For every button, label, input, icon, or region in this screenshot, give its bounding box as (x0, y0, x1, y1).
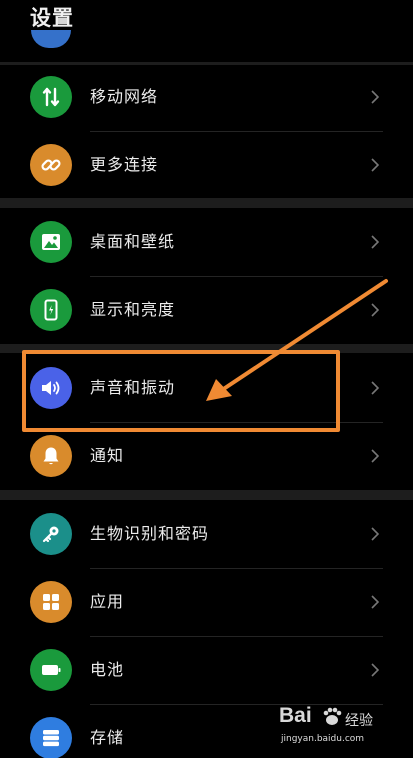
storage-icon (30, 717, 72, 758)
section-divider (0, 490, 413, 500)
settings-item-biometrics[interactable]: 生物识别和密码 (0, 500, 413, 568)
baidu-jingyan-watermark: Bai 经验 jingyan.baidu.com (279, 704, 389, 750)
chevron-right-icon (371, 235, 379, 249)
settings-item-label: 桌面和壁纸 (90, 232, 176, 251)
settings-item-mobile-network[interactable]: 移动网络 (0, 63, 413, 131)
settings-item-label: 通知 (90, 446, 125, 465)
chevron-right-icon (371, 303, 379, 317)
settings-item-label: 电池 (90, 660, 125, 679)
settings-item-more-connections[interactable]: 更多连接 (0, 131, 413, 199)
chevron-right-icon (371, 527, 379, 541)
settings-item-apps[interactable]: 应用 (0, 568, 413, 636)
settings-item-wallpaper[interactable]: 桌面和壁纸 (0, 208, 413, 276)
settings-screen: 设置 移动网络 更多连接 桌面和壁纸 显示和亮度 声音和振动 通知 生物识别和密… (0, 0, 413, 758)
settings-item-label: 存储 (90, 728, 125, 747)
settings-item-label: 应用 (90, 592, 125, 611)
link-icon (30, 144, 72, 186)
settings-item-label: 生物识别和密码 (90, 524, 210, 543)
settings-item-display[interactable]: 显示和亮度 (0, 276, 413, 344)
bell-icon (30, 435, 72, 477)
settings-item-label: 更多连接 (90, 155, 159, 174)
display-icon (30, 289, 72, 331)
chevron-right-icon (371, 595, 379, 609)
chevron-right-icon (371, 663, 379, 677)
key-icon (30, 513, 72, 555)
watermark-brand: Bai (279, 704, 312, 727)
settings-item-label: 显示和亮度 (90, 300, 176, 319)
settings-item-label: 移动网络 (90, 87, 159, 106)
settings-item-notifications[interactable]: 通知 (0, 422, 413, 490)
chevron-right-icon (371, 90, 379, 104)
watermark-url: jingyan.baidu.com (281, 734, 365, 744)
chevron-right-icon (371, 449, 379, 463)
watermark-suffix: 经验 (345, 713, 373, 729)
section-divider (0, 198, 413, 208)
highlight-box (22, 350, 340, 432)
mobile-data-icon (30, 76, 72, 118)
wallpaper-icon (30, 221, 72, 263)
page-title: 设置 (30, 6, 74, 30)
chevron-right-icon (371, 381, 379, 395)
apps-icon (30, 581, 72, 623)
paw-icon (323, 707, 342, 725)
chevron-right-icon (371, 158, 379, 172)
battery-icon (30, 649, 72, 691)
settings-item-battery[interactable]: 电池 (0, 636, 413, 704)
partial-icon (31, 30, 71, 48)
